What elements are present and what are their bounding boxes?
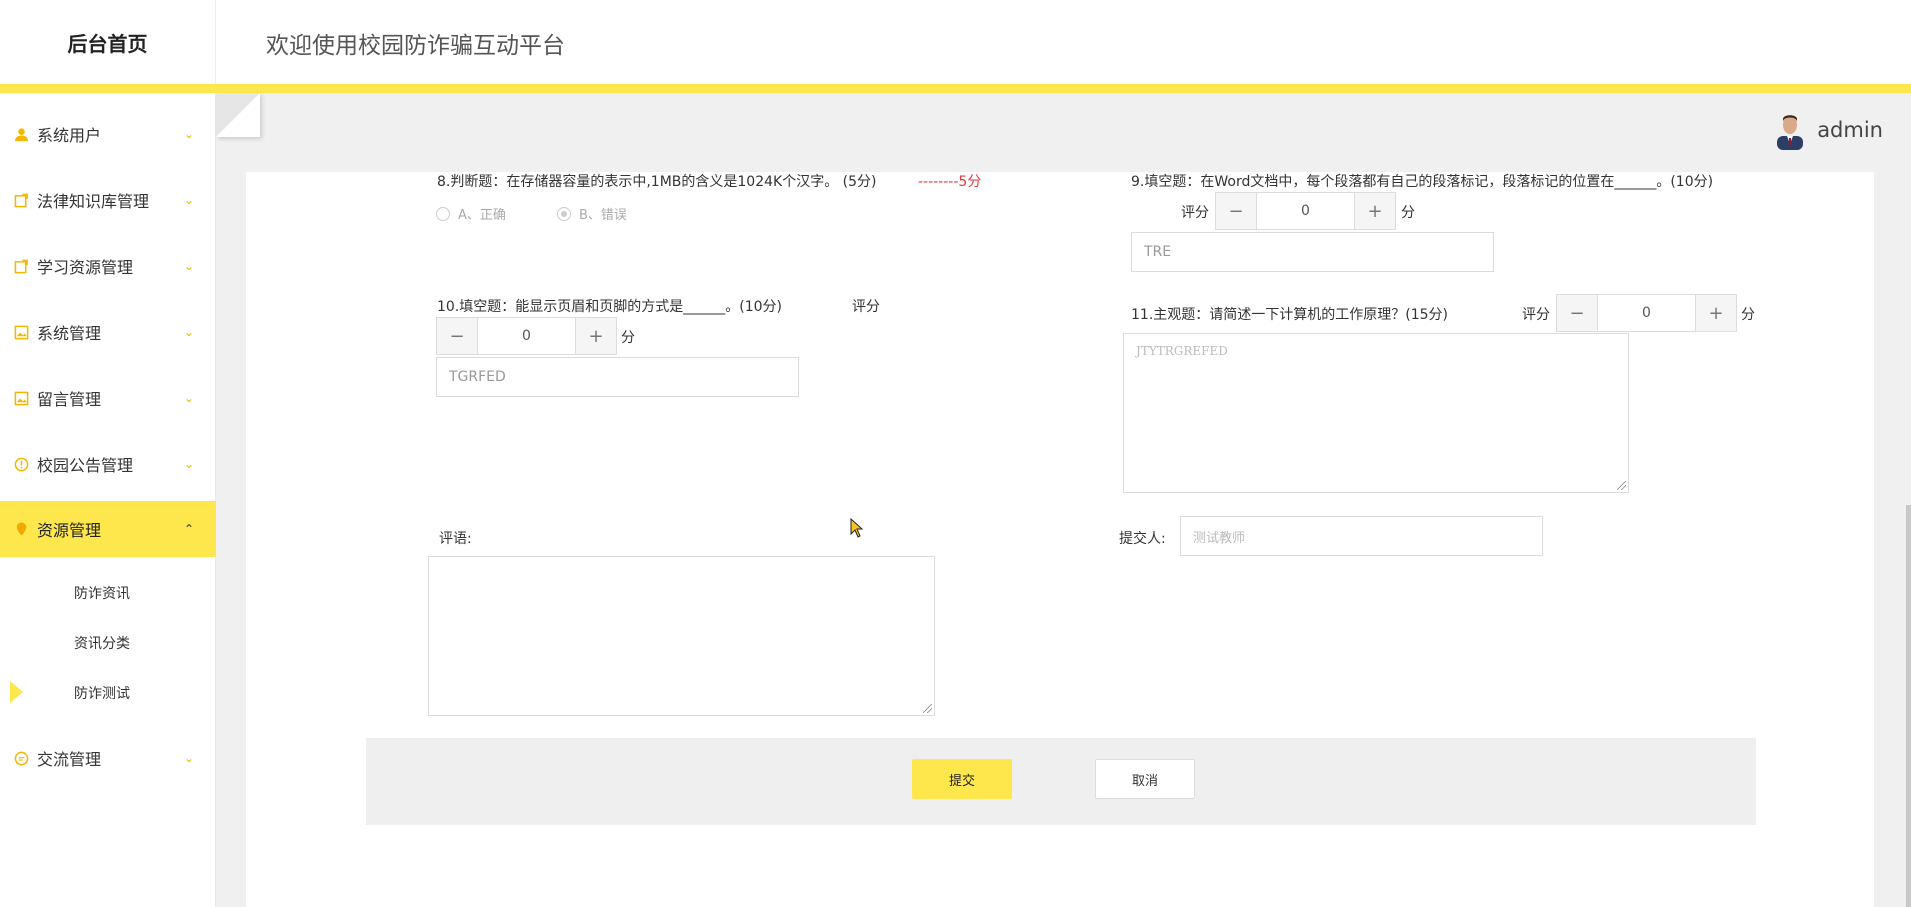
decrement-button[interactable]: − [437, 318, 477, 354]
edit-icon [13, 192, 29, 208]
question-10-score-label: 评分 [852, 299, 880, 315]
home-link[interactable]: 后台首页 [0, 0, 216, 84]
scrollbar-thumb[interactable] [1906, 505, 1911, 907]
question-9-score-label: 评分 [1181, 205, 1209, 221]
location-pin-icon [13, 521, 29, 537]
submitter-field[interactable]: 测试教师 [1180, 516, 1543, 556]
chat-icon [13, 750, 29, 766]
question-11-answer-textarea[interactable]: JTYTRGREFED [1123, 333, 1629, 493]
sidebar-item-label: 资源管理 [37, 521, 102, 540]
page-title: 欢迎使用校园防诈骗互动平台 [266, 33, 565, 59]
edit-icon [13, 258, 29, 274]
increment-button[interactable]: + [1696, 295, 1736, 331]
sidebar-item-messages[interactable]: 留言管理 ⌄ [0, 370, 216, 426]
sidebar-item-label: 校园公告管理 [37, 456, 134, 475]
resize-handle-icon[interactable] [1617, 481, 1626, 490]
form-actions-bar [366, 738, 1756, 825]
option-label: A、正确 [458, 208, 506, 223]
chevron-down-icon: ⌄ [183, 751, 194, 765]
submitter-label: 提交人: [1119, 531, 1166, 547]
user-icon [13, 126, 29, 142]
answer-text: JTYTRGREFED [1136, 344, 1228, 358]
comment-textarea[interactable] [428, 556, 935, 716]
question-11-score-stepper: − 0 + [1556, 294, 1737, 332]
mouse-cursor-icon [850, 517, 864, 538]
image-icon [13, 324, 29, 340]
sidebar-item-label: 法律知识库管理 [37, 192, 150, 211]
top-header: 后台首页 欢迎使用校园防诈骗互动平台 [0, 0, 1911, 84]
image-icon [13, 390, 29, 406]
decrement-button[interactable]: − [1216, 193, 1256, 229]
comment-label: 评语: [439, 531, 472, 547]
sidebar-item-label: 学习资源管理 [37, 258, 134, 277]
question-9-unit: 分 [1401, 205, 1415, 221]
sidebar-item-label: 系统用户 [37, 126, 102, 145]
sidebar-subitem-fraud-test[interactable]: 防诈测试 [0, 668, 216, 718]
question-8-option-a: A、正确 [436, 204, 506, 223]
question-10-unit: 分 [621, 330, 635, 346]
chevron-down-icon: ⌄ [183, 391, 194, 405]
sidebar-item-resources[interactable]: 资源管理 ⌃ [0, 501, 216, 557]
chevron-down-icon: ⌄ [183, 457, 194, 471]
question-9-answer-field[interactable]: TRE [1131, 232, 1494, 272]
sidebar-item-label: 交流管理 [37, 750, 102, 769]
chevron-down-icon: ⌄ [183, 127, 194, 141]
sidebar-subitem-fraud-news[interactable]: 防诈资讯 [0, 568, 216, 618]
question-11-text: 11.主观题：请简述一下计算机的工作原理？(15分) [1131, 307, 1449, 323]
increment-button[interactable]: + [576, 318, 616, 354]
option-label: B、错误 [579, 208, 627, 223]
question-9-score-stepper: − 0 + [1215, 192, 1396, 230]
increment-button[interactable]: + [1355, 193, 1395, 229]
question-10-text: 10.填空题：能显示页眉和页脚的方式是______。(10分) [437, 299, 783, 315]
user-menu[interactable]: admin [1773, 110, 1883, 150]
radio-checked-icon [557, 206, 571, 221]
radio-icon [436, 206, 450, 221]
alert-icon [13, 456, 29, 472]
question-10-answer-field[interactable]: TGRFED [436, 357, 799, 397]
sidebar-item-system-users[interactable]: 系统用户 ⌄ [0, 106, 216, 162]
submit-button[interactable]: 提交 [912, 759, 1012, 799]
question-11-unit: 分 [1741, 307, 1755, 323]
question-8-text: 8.判断题：在存储器容量的表示中,1MB的含义是1024K个汉字。 (5分) [437, 174, 877, 190]
sidebar-item-law-knowledge[interactable]: 法律知识库管理 ⌄ [0, 172, 216, 228]
resize-handle-icon[interactable] [923, 704, 932, 713]
chevron-down-icon: ⌄ [183, 325, 194, 339]
sidebar-item-system-management[interactable]: 系统管理 ⌄ [0, 304, 216, 360]
sidebar: 系统用户 ⌄ 法律知识库管理 ⌄ 学习资源管理 ⌄ 系统管理 ⌄ 留言管理 ⌄ … [0, 93, 216, 907]
collapse-sidebar-toggle[interactable] [216, 93, 260, 137]
score-input[interactable]: 0 [1256, 193, 1355, 229]
chevron-down-icon: ⌄ [183, 259, 194, 273]
sidebar-item-communication[interactable]: 交流管理 ⌄ [0, 730, 216, 786]
decrement-button[interactable]: − [1557, 295, 1597, 331]
sidebar-subitem-news-category[interactable]: 资讯分类 [0, 618, 216, 668]
avatar [1773, 110, 1807, 150]
username: admin [1817, 118, 1883, 142]
score-input[interactable]: 0 [1597, 295, 1696, 331]
cancel-button[interactable]: 取消 [1095, 759, 1195, 799]
chevron-down-icon: ⌄ [183, 193, 194, 207]
question-8-score: --------5分 [918, 174, 982, 190]
sidebar-item-label: 留言管理 [37, 390, 102, 409]
question-10-score-stepper: − 0 + [436, 317, 617, 355]
chevron-up-icon: ⌃ [183, 522, 194, 536]
header-accent-bar [0, 84, 1911, 93]
sidebar-item-announcements[interactable]: 校园公告管理 ⌄ [0, 436, 216, 492]
sidebar-item-label: 系统管理 [37, 324, 102, 343]
question-8-option-b: B、错误 [557, 204, 627, 223]
question-9-text: 9.填空题：在Word文档中，每个段落都有自己的段落标记，段落标记的位置在___… [1131, 174, 1714, 190]
sidebar-item-learning-resources[interactable]: 学习资源管理 ⌄ [0, 238, 216, 294]
score-input[interactable]: 0 [477, 318, 576, 354]
question-11-score-label: 评分 [1522, 307, 1550, 323]
